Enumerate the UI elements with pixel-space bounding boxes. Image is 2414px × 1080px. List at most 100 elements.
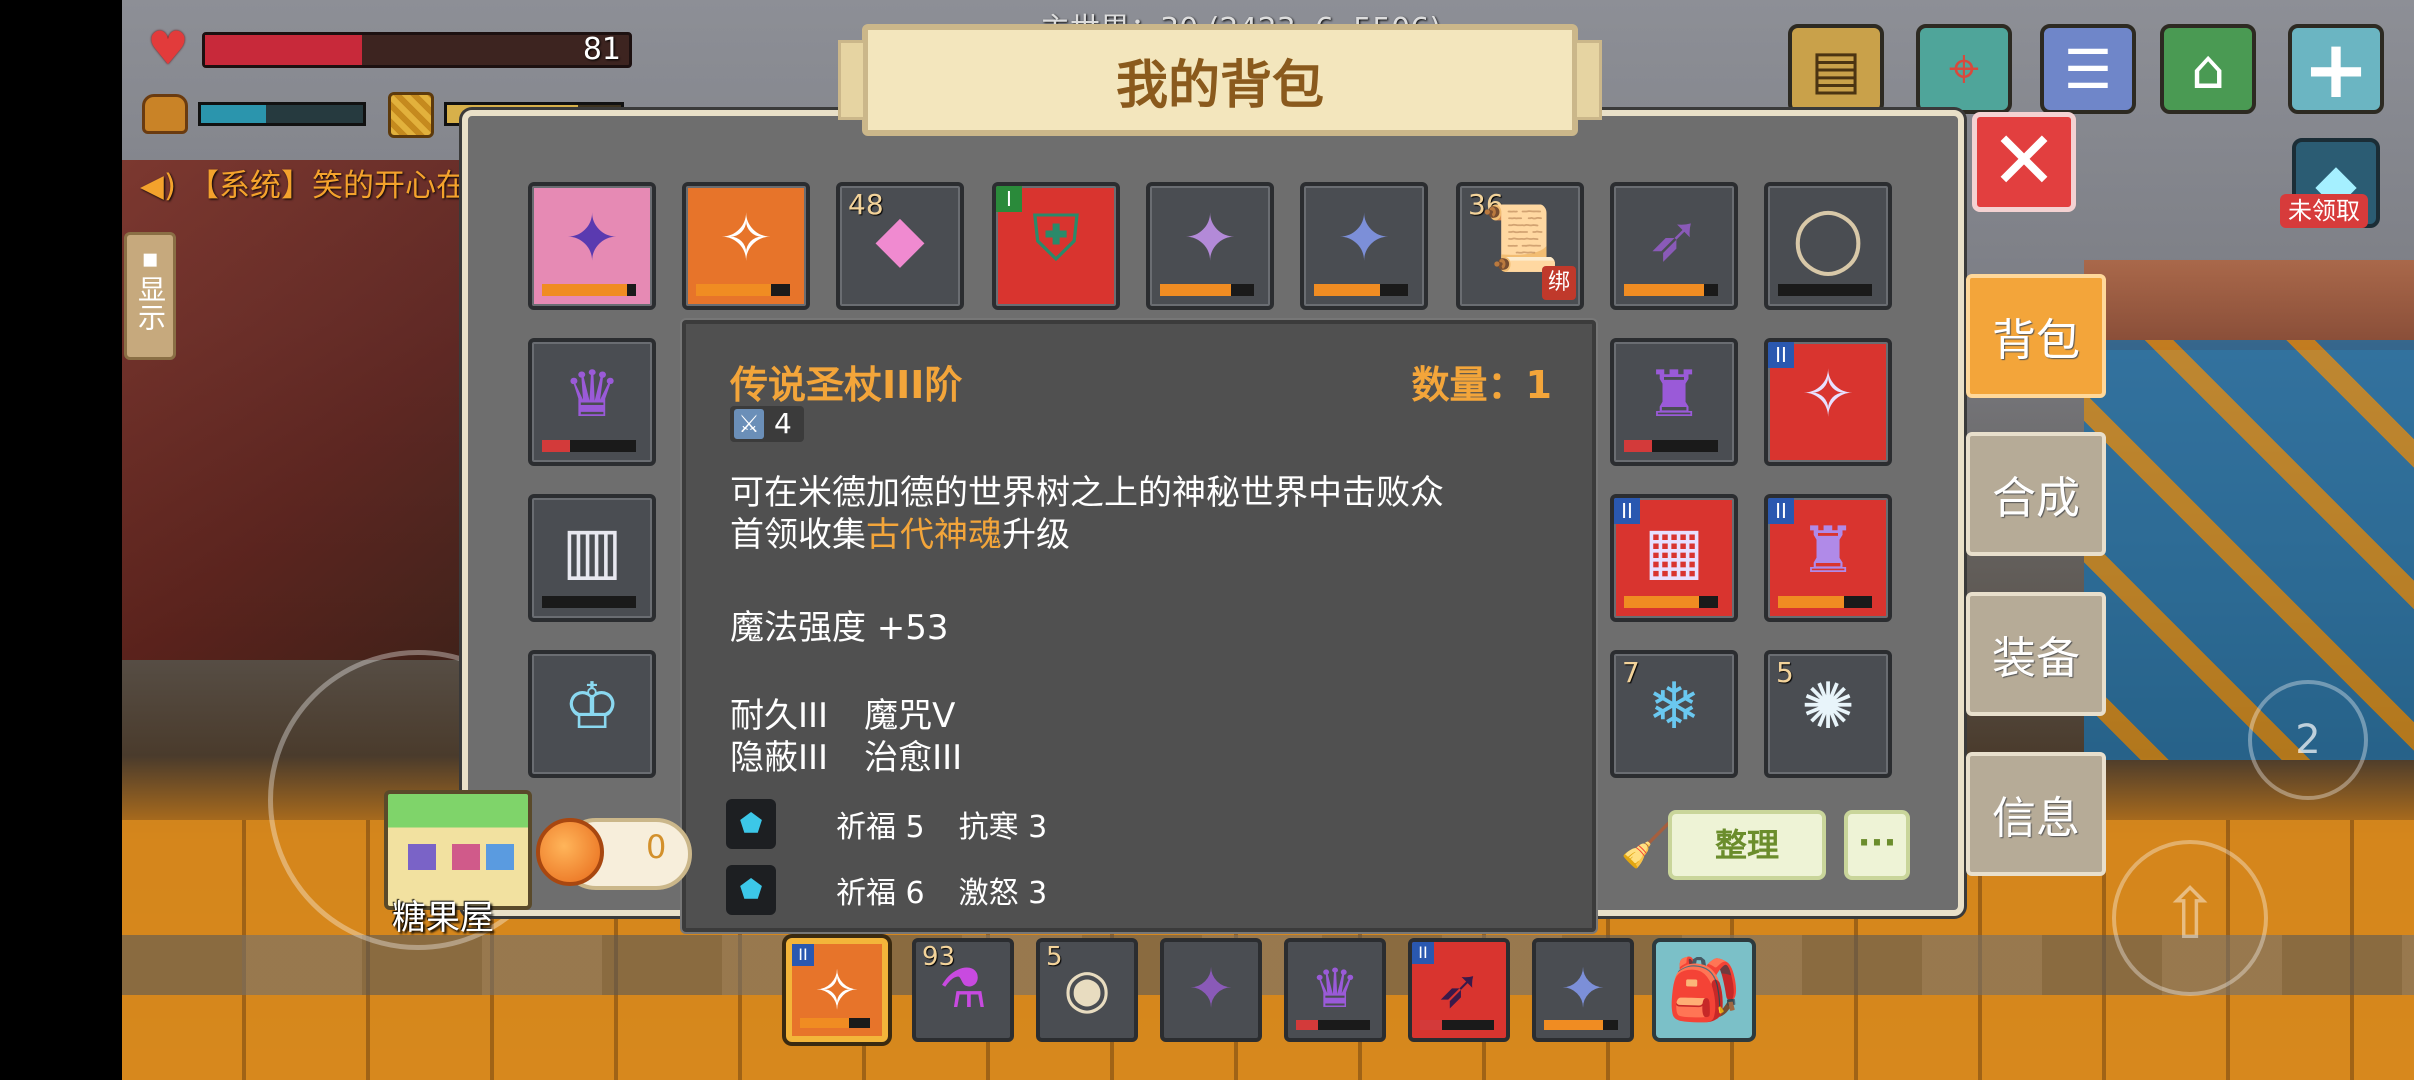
- durability-bar: [696, 284, 790, 296]
- tab-backpack[interactable]: 背包: [1966, 274, 2106, 398]
- inventory-slot[interactable]: II ♜: [1764, 494, 1892, 622]
- potion-icon: ⚗: [938, 957, 988, 1020]
- inventory-slot[interactable]: ✦: [528, 182, 656, 310]
- chat-button[interactable]: ☰: [2040, 24, 2136, 114]
- hotbar-slot[interactable]: 5 ◉: [1036, 938, 1138, 1042]
- hotbar-slot[interactable]: ♛: [1284, 938, 1386, 1042]
- backpack-button[interactable]: 🎒: [1652, 938, 1756, 1042]
- coin-value: 0: [646, 828, 667, 866]
- tab-equipment[interactable]: 装备: [1966, 592, 2106, 716]
- health-bar: 81: [202, 32, 632, 68]
- display-toggle-tab[interactable]: ▪ 显示: [124, 232, 176, 360]
- durability-bar: [1624, 596, 1718, 608]
- panel-title: 我的背包: [838, 24, 1602, 136]
- item-tooltip: 传说圣杖III阶 数量：1 ⚔ 4 可在米德加德的世界树之上的神秘世界中击败众 …: [682, 320, 1596, 932]
- blessing-gem-icon: ⬟: [726, 865, 776, 915]
- backpack-icon: 🎒: [1666, 955, 1742, 1025]
- durability-bar: [1160, 284, 1254, 296]
- waffle-icon: [388, 92, 434, 138]
- description-line-1: 可在米德加德的世界树之上的神秘世界中击败众: [730, 473, 1444, 513]
- lantern-wall: [122, 160, 482, 660]
- inventory-slot[interactable]: ✦: [1146, 182, 1274, 310]
- inventory-slot[interactable]: ♔: [528, 650, 656, 778]
- chat-bubble-icon: ▪: [141, 244, 159, 274]
- description-line-2: 首领收集古代神魂升级: [730, 515, 1070, 555]
- crown-icon: ♔: [563, 670, 621, 744]
- shop-button[interactable]: ⌂: [2160, 24, 2256, 114]
- durability-bar: [1296, 1020, 1370, 1030]
- inventory-slot[interactable]: ✧: [682, 182, 810, 310]
- durability-bar: [800, 1018, 870, 1028]
- gem-icon: ◆: [875, 202, 925, 276]
- food-plate-icon: ◉: [1063, 957, 1111, 1020]
- inventory-slot[interactable]: II ✧: [1764, 338, 1892, 466]
- leggings-icon: ▦: [1643, 514, 1705, 588]
- inventory-slot[interactable]: ♛: [528, 338, 656, 466]
- durability-bar: [542, 440, 636, 452]
- jump-button[interactable]: ⇧: [2112, 840, 2268, 996]
- staff-icon: ✧: [814, 959, 860, 1022]
- roof: [2084, 260, 2414, 350]
- hotbar-slot[interactable]: ✦: [1160, 938, 1262, 1042]
- durability-bar: [1544, 1020, 1618, 1030]
- staff-icon: ✧: [719, 202, 773, 276]
- chest-armor-icon: ♜: [1645, 358, 1703, 432]
- inventory-slot[interactable]: ✦: [1300, 182, 1428, 310]
- plus-icon: +: [2302, 22, 2370, 116]
- item-level-value: 4: [774, 407, 792, 440]
- close-icon: ✕: [1990, 114, 2058, 207]
- inventory-slot[interactable]: 36 📜 绑: [1456, 182, 1584, 310]
- ring-icon: ◯: [1792, 202, 1864, 276]
- inventory-slot[interactable]: 48 ◆: [836, 182, 964, 310]
- map-pin-icon: ⌖: [1948, 37, 1980, 100]
- item-description: 可在米德加德的世界树之上的神秘世界中击败众 首领收集古代神魂升级: [730, 472, 1570, 556]
- blessing-row-1: ⬟ 祈福 5 抗寒 3: [726, 798, 1081, 850]
- boots-icon: ▥: [561, 514, 623, 588]
- enchantments-row-2: 隐蔽III 治愈III: [730, 738, 963, 778]
- item-stat: 魔法强度 +53: [730, 608, 949, 648]
- inventory-slot[interactable]: ▥: [528, 494, 656, 622]
- quest-board-icon: ▤: [1810, 37, 1862, 101]
- floor-band: [122, 935, 2414, 995]
- durability-bar: [542, 284, 636, 296]
- expand-button[interactable]: +: [2288, 22, 2384, 116]
- durability-bar: [1624, 284, 1718, 296]
- skill-counter-button[interactable]: 2: [2248, 680, 2368, 800]
- sort-button[interactable]: 整理: [1668, 810, 1826, 880]
- durability-bar: [1778, 284, 1872, 296]
- inventory-slot[interactable]: ♜: [1610, 338, 1738, 466]
- staff-icon: ✦: [1337, 202, 1391, 276]
- inventory-slot[interactable]: II ▦: [1610, 494, 1738, 622]
- inventory-slot[interactable]: 5 ✺: [1764, 650, 1892, 778]
- inventory-slot[interactable]: I ⛨: [992, 182, 1120, 310]
- item-name: 传说圣杖III阶: [730, 363, 963, 407]
- close-button[interactable]: ✕: [1972, 112, 2076, 212]
- more-button[interactable]: ···: [1844, 810, 1910, 880]
- bound-badge: 绑: [1542, 266, 1576, 300]
- chat-icon: ☰: [2063, 37, 2113, 101]
- tab-info[interactable]: 信息: [1966, 752, 2106, 876]
- inventory-slot[interactable]: ◯: [1764, 182, 1892, 310]
- candy-house-label: 糖果屋: [392, 898, 494, 938]
- emblem-icon: ⛨: [1032, 202, 1080, 276]
- tab-craft[interactable]: 合成: [1966, 432, 2106, 556]
- inventory-slot[interactable]: 7 ❄: [1610, 650, 1738, 778]
- hotbar-slot[interactable]: II ➶: [1408, 938, 1510, 1042]
- item-quantity: 数量：1: [1411, 363, 1552, 407]
- map-button[interactable]: ⌖: [1916, 24, 2012, 114]
- snowflake-badge-icon: ✺: [1801, 670, 1855, 744]
- burger-icon: [142, 94, 188, 134]
- durability-bar: [1314, 284, 1408, 296]
- helmet-icon: ♛: [563, 358, 621, 432]
- health-fill: [205, 35, 362, 65]
- coin-icon: [536, 818, 604, 886]
- scythe-icon: ➶: [1647, 202, 1701, 276]
- inventory-slot[interactable]: ➶: [1610, 182, 1738, 310]
- hotbar-slot-selected[interactable]: II ✧: [786, 938, 888, 1042]
- hotbar-slot[interactable]: ✦: [1532, 938, 1634, 1042]
- hunger-fill: [201, 105, 266, 123]
- quest-board-button[interactable]: ▤: [1788, 24, 1884, 114]
- hotbar-slot[interactable]: 93 ⚗: [912, 938, 1014, 1042]
- item-level: ⚔ 4: [730, 406, 804, 442]
- sword-icon: ⚔: [734, 409, 764, 439]
